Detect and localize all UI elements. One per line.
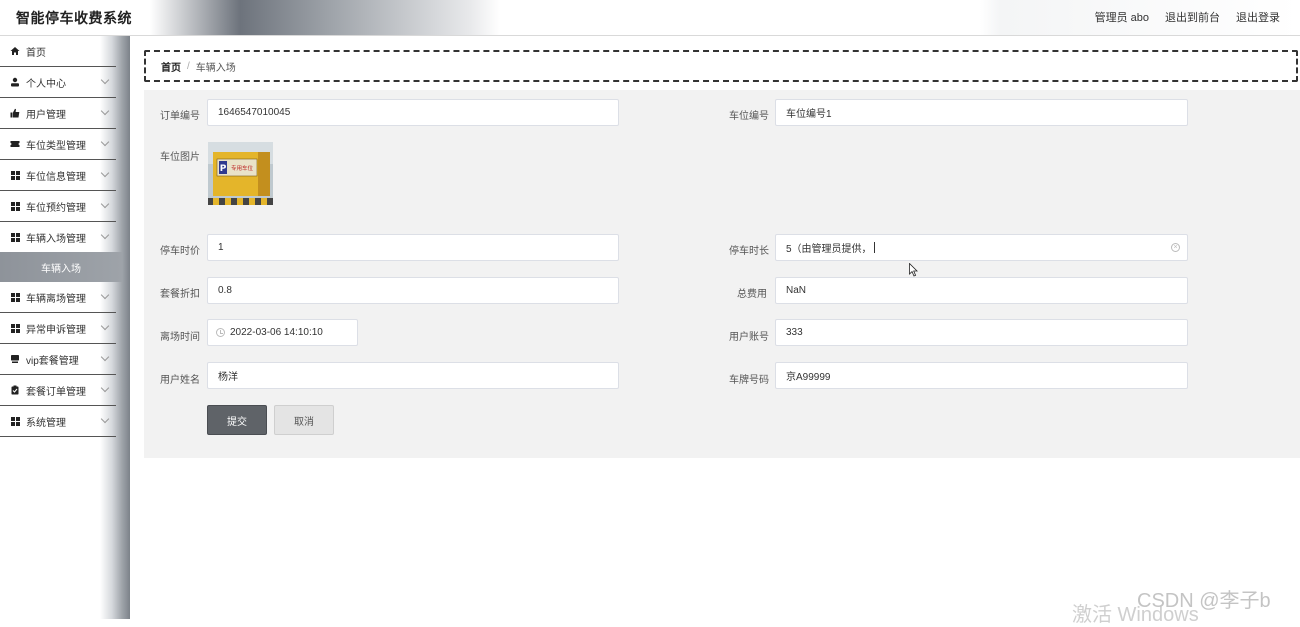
back-to-front-link[interactable]: 退出到前台 <box>1165 9 1220 25</box>
sidebar-item-label: 系统管理 <box>26 417 66 429</box>
app-title: 智能停车收费系统 <box>16 10 132 26</box>
plate-label: 车牌号码 <box>729 375 769 386</box>
parking-space-image: P 专用车位 <box>208 142 273 205</box>
sidebar-item-vehicle-exit[interactable]: 车辆离场管理 <box>0 282 116 313</box>
sidebar-item-label: 车辆离场管理 <box>26 293 86 305</box>
grid-icon <box>10 170 20 180</box>
grid-icon <box>10 416 20 426</box>
cancel-button[interactable]: 取消 <box>274 405 334 435</box>
breadcrumb-home-link[interactable]: 首页 <box>161 59 181 74</box>
sidebar-item-home[interactable]: 首页 <box>0 36 116 67</box>
sidebar-item-label: vip套餐管理 <box>26 355 79 367</box>
parking-sign-text: 专用车位 <box>231 164 254 172</box>
user-name-label: 用户姓名 <box>160 375 200 386</box>
entry-form: 订单编号 1646547010045 车位编号 车位编号1 车位图片 P 专用车… <box>144 90 1300 458</box>
sidebar-item-profile[interactable]: 个人中心 <box>0 67 116 98</box>
sidebar-item-complaints[interactable]: 异常申诉管理 <box>0 313 116 344</box>
grid-icon <box>10 292 20 302</box>
chevron-down-icon <box>100 383 110 393</box>
logout-link[interactable]: 退出登录 <box>1236 9 1280 25</box>
top-header: 智能停车收费系统 管理员 abo 退出到前台 退出登录 <box>0 0 1300 36</box>
grid-icon <box>10 232 20 242</box>
sidebar-item-label: 个人中心 <box>26 78 66 90</box>
chevron-down-icon <box>100 321 110 331</box>
hourly-price-label: 停车时价 <box>160 246 200 257</box>
clear-icon[interactable]: × <box>1171 243 1180 252</box>
mouse-pointer-icon <box>909 262 919 282</box>
order-no-field[interactable]: 1646547010045 <box>207 99 619 126</box>
leave-time-label: 离场时间 <box>160 332 200 343</box>
sidebar-item-label: 车位信息管理 <box>26 171 86 183</box>
submit-button[interactable]: 提交 <box>207 405 267 435</box>
chevron-down-icon <box>100 290 110 300</box>
leave-time-picker[interactable]: 2022-03-06 14:10:10 <box>207 319 358 346</box>
sidebar-item-space-types[interactable]: 车位类型管理 <box>0 129 116 160</box>
monitor-icon <box>10 354 20 364</box>
leave-time-value: 2022-03-06 14:10:10 <box>230 327 323 338</box>
user-name-field[interactable]: 杨洋 <box>207 362 619 389</box>
duration-value: 5（由管理员提供， <box>786 244 872 255</box>
ticket-icon <box>10 139 20 149</box>
header-actions: 管理员 abo 退出到前台 退出登录 <box>1095 9 1280 25</box>
sidebar-item-space-info[interactable]: 车位信息管理 <box>0 160 116 191</box>
svg-text:P: P <box>220 164 227 174</box>
sidebar-item-users[interactable]: 用户管理 <box>0 98 116 129</box>
sidebar-subitem-vehicle-entry[interactable]: 车辆入场 <box>0 252 122 282</box>
account-field[interactable]: 333 <box>775 319 1188 346</box>
sidebar-item-package-orders[interactable]: 套餐订单管理 <box>0 375 116 406</box>
chevron-down-icon <box>100 352 110 362</box>
clipboard-icon <box>10 385 20 395</box>
breadcrumb-separator: / <box>187 60 190 72</box>
sidebar-item-label: 车位预约管理 <box>26 202 86 214</box>
csdn-watermark: CSDN @李子b <box>1137 590 1271 612</box>
thumbs-up-icon <box>10 108 20 118</box>
user-icon <box>10 77 20 87</box>
discount-label: 套餐折扣 <box>160 289 200 300</box>
chevron-down-icon <box>100 199 110 209</box>
space-no-label: 车位编号 <box>729 111 769 122</box>
discount-field[interactable]: 0.8 <box>207 277 619 304</box>
grid-icon <box>10 201 20 211</box>
duration-label: 停车时长 <box>729 246 769 257</box>
space-no-field[interactable]: 车位编号1 <box>775 99 1188 126</box>
sidebar-item-label: 车位类型管理 <box>26 140 86 152</box>
breadcrumb-current: 车辆入场 <box>195 62 236 74</box>
sidebar-item-label: 异常申诉管理 <box>26 324 86 336</box>
chevron-down-icon <box>100 75 110 85</box>
text-caret <box>873 242 875 253</box>
chevron-down-icon <box>100 414 110 424</box>
sidebar-item-label: 首页 <box>26 47 46 59</box>
chevron-down-icon <box>100 168 110 178</box>
sidebar-item-label: 套餐订单管理 <box>26 386 86 398</box>
sidebar-item-label: 用户管理 <box>26 109 66 121</box>
plate-field[interactable]: 京A99999 <box>775 362 1188 389</box>
home-icon <box>10 46 20 56</box>
sidebar: 首页 个人中心 用户管理 车位类型管理 车位信息管理 车位预约管理 车辆入场管理 <box>0 36 130 619</box>
order-no-label: 订单编号 <box>160 111 200 122</box>
chevron-down-icon <box>100 230 110 240</box>
clock-icon <box>216 328 225 337</box>
space-image-label: 车位图片 <box>160 152 200 163</box>
sidebar-item-reservations[interactable]: 车位预约管理 <box>0 191 116 222</box>
chevron-down-icon <box>100 137 110 147</box>
total-fee-label: 总费用 <box>737 289 767 300</box>
sidebar-item-vip-packages[interactable]: vip套餐管理 <box>0 344 116 375</box>
chevron-down-icon <box>100 106 110 116</box>
grid-icon <box>10 323 20 333</box>
sidebar-item-system[interactable]: 系统管理 <box>0 406 116 437</box>
total-fee-field[interactable]: NaN <box>775 277 1188 304</box>
sidebar-item-vehicle-entry[interactable]: 车辆入场管理 <box>0 222 116 253</box>
duration-field[interactable]: 5（由管理员提供， × <box>775 234 1188 261</box>
admin-label: 管理员 abo <box>1094 12 1149 24</box>
sidebar-item-label: 车辆入场管理 <box>26 233 86 245</box>
hourly-price-field[interactable]: 1 <box>207 234 619 261</box>
account-label: 用户账号 <box>729 332 769 343</box>
breadcrumb: 首页 / 车辆入场 <box>144 50 1298 82</box>
